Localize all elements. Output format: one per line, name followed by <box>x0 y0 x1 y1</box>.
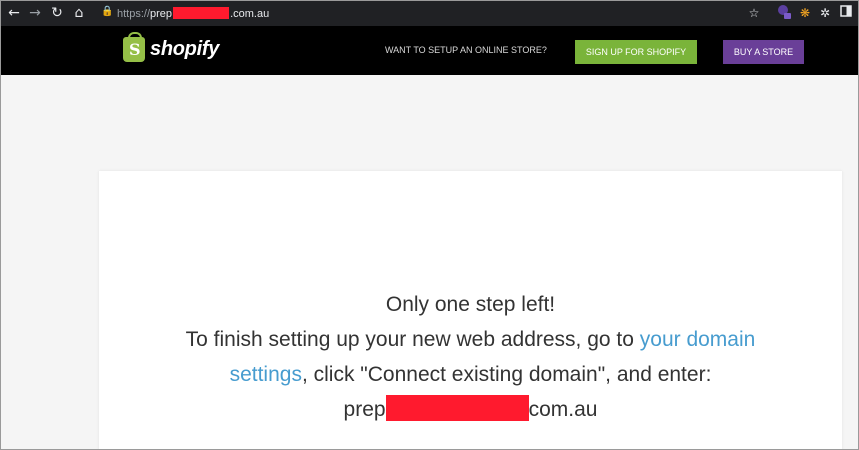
domain-end: com.au <box>528 398 598 421</box>
promo-text: WANT TO SETUP AN ONLINE STORE? <box>385 45 547 55</box>
window-frame: ← → ↻ ⌂ 🔒 https://prep .com.au ☆ ❋ ✲ S sh… <box>0 0 859 450</box>
address-bar[interactable]: 🔒 https://prep .com.au <box>95 3 735 23</box>
url-scheme: https:// <box>117 8 151 20</box>
url-host-end: .com.au <box>230 8 270 20</box>
instruction-suffix: , click "Connect existing domain", and e… <box>301 363 712 386</box>
lock-icon: 🔒 <box>101 6 114 17</box>
buy-store-button[interactable]: BUY A STORE <box>723 40 804 64</box>
headline: Only one step left! <box>385 293 556 316</box>
instruction-line-1: To finish setting up your new web addres… <box>99 322 842 357</box>
shopping-bag-icon: S <box>123 32 145 62</box>
browser-toolbar: ← → ↻ ⌂ 🔒 https://prep .com.au ☆ ❋ ✲ <box>1 1 858 26</box>
message-body: Only one step left! To finish setting up… <box>99 287 842 427</box>
domain-line: prep com.au <box>99 392 842 427</box>
instruction-line-2: settings, click "Connect existing domain… <box>99 357 842 392</box>
extension-icon[interactable]: ❋ <box>796 4 814 22</box>
reload-icon[interactable]: ↻ <box>48 4 66 22</box>
signup-button[interactable]: SIGN UP FOR SHOPIFY <box>575 40 697 64</box>
home-icon[interactable]: ⌂ <box>70 4 88 22</box>
logo-letter: S <box>129 40 141 59</box>
star-icon[interactable]: ☆ <box>745 4 763 22</box>
extension-icon[interactable] <box>775 4 793 22</box>
sidepanel-icon[interactable] <box>837 4 855 22</box>
back-icon[interactable]: ← <box>5 4 23 22</box>
url-text: https://prep .com.au <box>117 7 269 20</box>
shopify-header: S shopify WANT TO SETUP AN ONLINE STORE?… <box>1 26 858 75</box>
domain-start: prep <box>343 398 386 421</box>
shopify-logo[interactable]: S shopify <box>123 32 220 62</box>
puzzle-icon[interactable]: ✲ <box>816 4 834 22</box>
domain-settings-link[interactable]: your domain <box>640 328 756 351</box>
url-host-start: prep <box>150 8 173 20</box>
message-card: Only one step left! To finish setting up… <box>99 171 842 449</box>
domain-settings-link-continued[interactable]: settings <box>230 363 302 386</box>
instruction-prefix: To finish setting up your new web addres… <box>185 328 640 351</box>
logo-wordmark: shopify <box>150 38 220 60</box>
domain-redaction <box>385 395 529 421</box>
forward-icon[interactable]: → <box>26 4 44 22</box>
url-redaction <box>173 7 230 19</box>
